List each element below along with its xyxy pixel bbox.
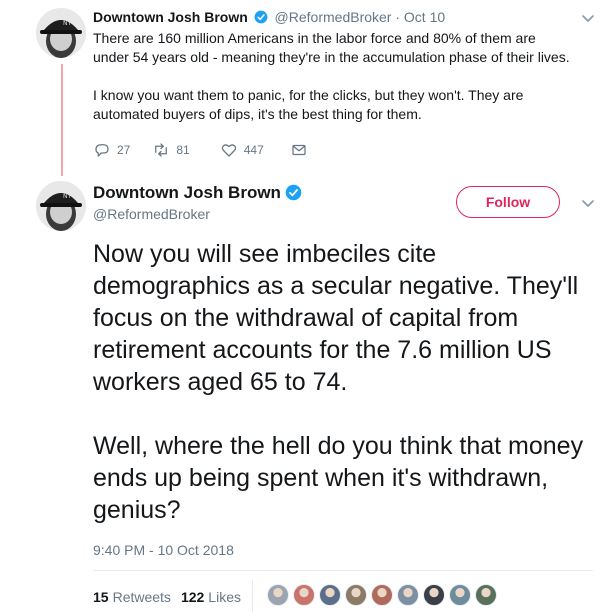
like-total: 122	[180, 589, 205, 605]
heart-icon	[221, 144, 236, 157]
tweet-actions: 27 81 447	[93, 140, 342, 160]
author-name[interactable]: Downtown Josh Brown	[93, 9, 248, 25]
reply-icon	[95, 144, 109, 157]
chevron-down-icon[interactable]	[580, 10, 596, 26]
retweet-icon	[155, 143, 168, 157]
liker-avatar[interactable]	[423, 584, 445, 606]
verified-badge-icon	[254, 10, 268, 24]
stats-separator	[252, 580, 253, 612]
avatar-image: NY	[36, 181, 86, 231]
liker-avatar[interactable]	[319, 584, 341, 606]
verified-badge-icon	[285, 184, 302, 201]
liker-avatar[interactable]	[293, 584, 315, 606]
likes-stat[interactable]: 122 Likes	[181, 589, 241, 605]
follow-button[interactable]: Follow	[456, 186, 560, 218]
tweet-paragraph: I know you want them to panic, for the c…	[93, 87, 524, 122]
like-button[interactable]: 447	[220, 141, 264, 159]
reply-button[interactable]: 27	[93, 141, 130, 159]
author-name-row: Downtown Josh Brown	[93, 183, 305, 203]
divider	[93, 570, 593, 571]
author-name[interactable]: Downtown Josh Brown	[93, 183, 281, 202]
liker-avatar[interactable]	[267, 584, 289, 606]
retweet-button[interactable]: 81	[152, 141, 190, 159]
liker-avatar[interactable]	[397, 584, 419, 606]
tweet-header: Downtown Josh Brown @ReformedBroker · Oc…	[93, 8, 445, 26]
tweet-paragraph: There are 160 million Americans in the l…	[93, 30, 570, 65]
tweet-stats: 15 Retweets 122 Likes	[93, 589, 251, 605]
avatar[interactable]: NY	[36, 8, 86, 58]
direct-message-button[interactable]	[290, 141, 314, 159]
svg-text:NY: NY	[63, 193, 71, 200]
tweet-text: Now you will see imbeciles cite demograp…	[93, 238, 593, 526]
tweet-paragraph: Well, where the hell do you think that m…	[93, 432, 584, 524]
avatar[interactable]: NY	[36, 181, 86, 231]
liker-avatar[interactable]	[371, 584, 393, 606]
thread-connector-line	[61, 64, 63, 176]
likes-label: Likes	[208, 589, 241, 605]
retweet-total: 15	[93, 589, 109, 605]
like-count: 447	[243, 143, 264, 157]
author-handle[interactable]: @ReformedBroker	[275, 9, 392, 25]
svg-text:NY: NY	[63, 20, 71, 27]
retweets-stat[interactable]: 15 Retweets	[93, 589, 171, 605]
liker-avatar[interactable]	[449, 584, 471, 606]
author-handle[interactable]: @ReformedBroker	[93, 206, 210, 222]
envelope-icon	[292, 144, 306, 156]
liker-avatar[interactable]	[475, 584, 497, 606]
liker-avatars	[267, 584, 501, 606]
avatar-image: NY	[36, 8, 86, 58]
separator-dot: ·	[395, 9, 401, 25]
tweet-text: There are 160 million Americans in the l…	[93, 29, 573, 124]
tweet-date[interactable]: Oct 10	[404, 9, 445, 25]
chevron-down-icon[interactable]	[580, 195, 596, 211]
liker-avatar[interactable]	[345, 584, 367, 606]
retweet-count: 81	[176, 143, 190, 157]
retweets-label: Retweets	[112, 589, 171, 605]
reply-count: 27	[117, 143, 131, 157]
tweet-timestamp[interactable]: 9:40 PM - 10 Oct 2018	[93, 542, 234, 558]
tweet-paragraph: Now you will see imbeciles cite demograp…	[93, 240, 579, 396]
